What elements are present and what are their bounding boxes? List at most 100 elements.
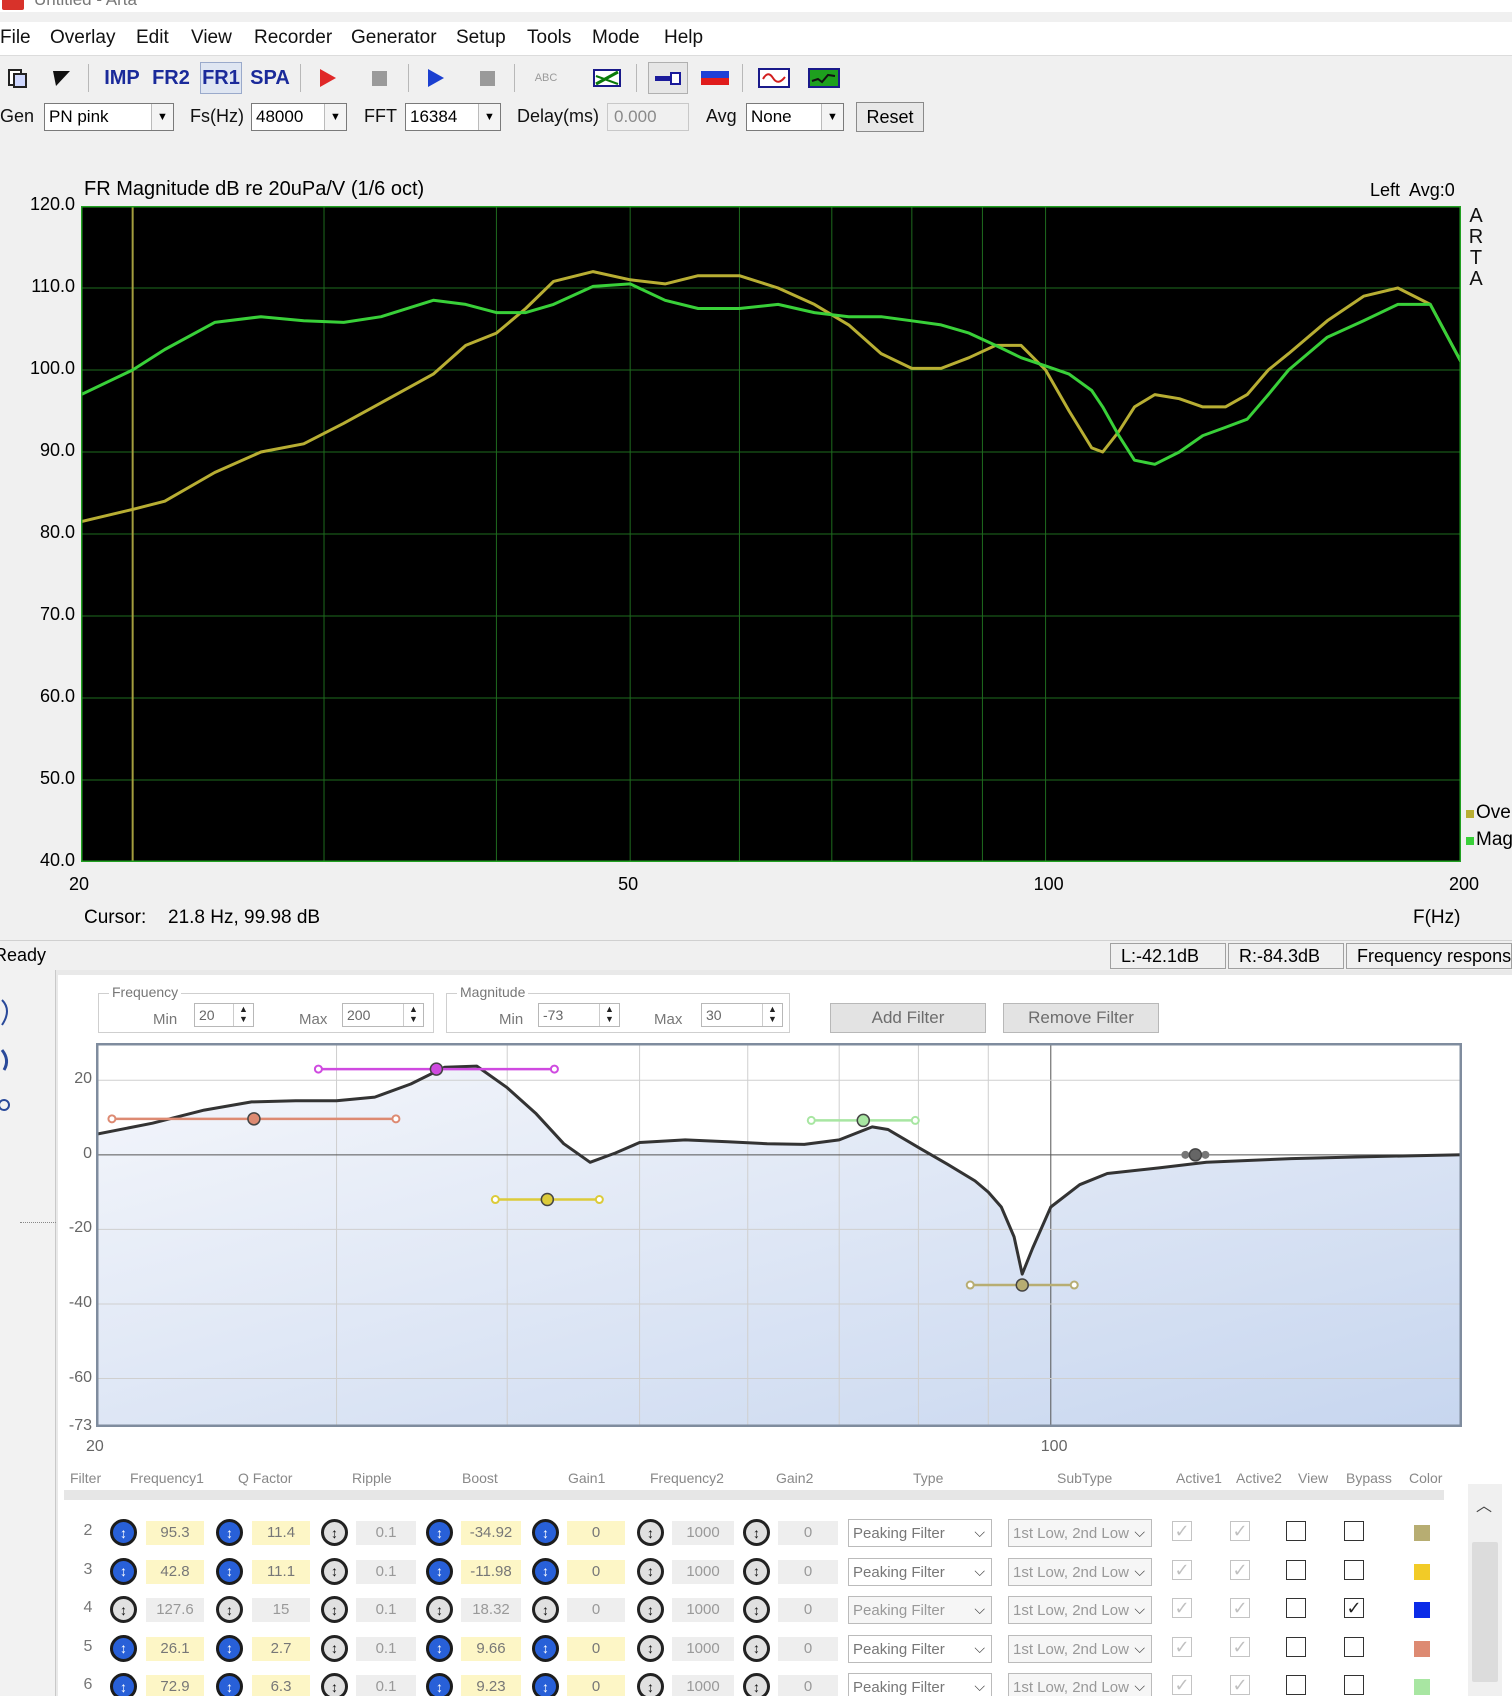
menu-setup[interactable]: Setup — [456, 27, 506, 49]
filter-value-field[interactable]: 6.3 — [252, 1675, 310, 1696]
spinner-arrows-icon[interactable]: ▲ ▼ — [599, 1004, 619, 1026]
table-row[interactable]: 4 ↕ 127.6 ↕ 15 ↕ 0.1 ↕ 18.32 ↕ 0 ↕ 1000 ↕ 0 Peaking Fil… — [64, 1590, 1442, 1628]
generator-play-icon[interactable] — [420, 62, 450, 94]
filter-value-field[interactable]: 0 — [778, 1559, 838, 1584]
active2-checkbox[interactable]: ✓ — [1230, 1521, 1250, 1541]
filter-value-field[interactable]: 0 — [778, 1521, 838, 1545]
table-row[interactable]: 3 ↕ 42.8 ↕ 11.1 ↕ 0.1 ↕ -11.98 ↕ 0 ↕ 1000 ↕ 0 Peaking F… — [64, 1552, 1442, 1590]
knob-control-icon[interactable]: ↕ — [743, 1673, 770, 1696]
handle-bandwidth-left[interactable] — [1181, 1150, 1190, 1159]
knob-control-icon[interactable]: ↕ — [743, 1634, 770, 1662]
knob-control-icon[interactable]: ↕ — [637, 1634, 664, 1662]
column-header[interactable]: Active1 — [1176, 1470, 1222, 1486]
knob-control-icon[interactable]: ↕ — [426, 1519, 453, 1546]
filter-value-field[interactable]: 18.32 — [461, 1598, 521, 1622]
view-checkbox[interactable] — [1286, 1559, 1306, 1580]
filter-type-select[interactable]: Peaking Filter ⌵ — [848, 1634, 992, 1663]
filter-value-field[interactable]: 1000 — [672, 1598, 734, 1622]
filter-value-field[interactable]: 1000 — [672, 1559, 734, 1584]
filter-value-field[interactable]: 127.6 — [146, 1598, 204, 1622]
filter-value-field[interactable]: 9.23 — [461, 1675, 521, 1696]
menu-edit[interactable]: Edit — [136, 27, 169, 49]
active2-checkbox[interactable]: ✓ — [1230, 1675, 1250, 1695]
chevron-down-icon[interactable]: ⌵ — [974, 1563, 985, 1580]
knob-control-icon[interactable]: ↕ — [426, 1557, 453, 1585]
active2-checkbox[interactable]: ✓ — [1230, 1559, 1250, 1580]
knob-control-icon[interactable]: ↕ — [743, 1596, 770, 1623]
filter-subtype-select[interactable]: 1st Low, 2nd Low ⌵ — [1008, 1519, 1152, 1547]
view-checkbox[interactable] — [1286, 1675, 1306, 1695]
column-header[interactable]: Frequency1 — [130, 1470, 204, 1486]
knob-control-icon[interactable]: ↕ — [321, 1673, 348, 1696]
chevron-down-icon[interactable]: ⌵ — [1134, 1524, 1145, 1541]
spinner-arrows-icon[interactable]: ▲ ▼ — [403, 1004, 423, 1026]
column-header[interactable]: Gain1 — [568, 1470, 605, 1486]
fs-select[interactable]: 48000 ▼ — [251, 103, 347, 131]
knob-control-icon[interactable]: ↕ — [110, 1673, 137, 1696]
menu-mode[interactable]: Mode — [592, 27, 640, 49]
freq-min-stepper[interactable]: 20 ▲ ▼ — [194, 1003, 254, 1027]
fr-plot-area[interactable] — [81, 206, 1461, 862]
knob-control-icon[interactable]: ↕ — [426, 1634, 453, 1662]
column-header[interactable]: Ripple — [352, 1470, 392, 1486]
filter-subtype-select[interactable]: 1st Low, 2nd Low ⌵ — [1008, 1673, 1152, 1696]
column-header[interactable]: View — [1298, 1470, 1328, 1486]
column-header[interactable]: Filter — [70, 1470, 101, 1486]
knob-control-icon[interactable]: ↕ — [110, 1634, 137, 1662]
filter-type-select[interactable]: Peaking Filter ⌵ — [848, 1557, 992, 1586]
scroll-up-icon[interactable]: ︿ — [1476, 1492, 1492, 1516]
filter-value-field[interactable]: 95.3 — [146, 1521, 204, 1545]
filter-value-field[interactable]: 0.1 — [356, 1521, 416, 1545]
record-stop-icon[interactable] — [364, 62, 394, 94]
signal-scope-icon[interactable] — [756, 62, 792, 94]
bypass-checkbox[interactable] — [1344, 1636, 1364, 1657]
filter-subtype-select[interactable]: 1st Low, 2nd Low ⌵ — [1008, 1596, 1152, 1624]
filter-value-field[interactable]: 0 — [567, 1598, 625, 1622]
new-document-icon[interactable] — [2, 62, 32, 94]
chevron-down-icon[interactable]: ⌵ — [974, 1678, 985, 1695]
handle-bandwidth-left[interactable] — [965, 1280, 975, 1290]
filter-color-swatch[interactable] — [1414, 1640, 1430, 1657]
imp-button[interactable]: IMP — [100, 62, 144, 94]
filter-value-field[interactable]: 0 — [778, 1675, 838, 1696]
handle-bandwidth-right[interactable] — [549, 1064, 559, 1074]
filter-value-field[interactable]: 1000 — [672, 1521, 734, 1545]
menu-generator[interactable]: Generator — [351, 27, 437, 49]
spectrum-scope-icon[interactable] — [806, 62, 842, 94]
filter-color-swatch[interactable] — [1414, 1525, 1430, 1541]
filter-value-field[interactable]: 26.1 — [146, 1636, 204, 1661]
filter-value-field[interactable]: 0 — [778, 1636, 838, 1661]
view-checkbox[interactable] — [1286, 1598, 1306, 1618]
filter-value-field[interactable]: 42.8 — [146, 1559, 204, 1584]
filter-value-field[interactable]: -34.92 — [461, 1521, 521, 1545]
spinner-arrows-icon[interactable]: ▲ ▼ — [233, 1004, 253, 1026]
column-header[interactable]: SubType — [1057, 1470, 1112, 1486]
grid-icon[interactable] — [590, 62, 624, 94]
active2-checkbox[interactable]: ✓ — [1230, 1636, 1250, 1657]
filter-color-swatch[interactable] — [1414, 1602, 1430, 1618]
knob-control-icon[interactable]: ↕ — [216, 1673, 243, 1696]
knob-control-icon[interactable]: ↕ — [110, 1596, 137, 1623]
column-header[interactable]: Bypass — [1346, 1470, 1392, 1486]
knob-control-icon[interactable]: ↕ — [637, 1519, 664, 1546]
filter-value-field[interactable]: 0 — [567, 1521, 625, 1545]
spinner-arrows-icon[interactable]: ▲ ▼ — [762, 1004, 782, 1026]
knob-control-icon[interactable]: ↕ — [532, 1557, 559, 1585]
eq-response-graph[interactable] — [96, 1043, 1462, 1427]
filter-value-field[interactable]: 0 — [778, 1598, 838, 1622]
filter-type-select[interactable]: Peaking Filter ⌵ — [848, 1673, 992, 1696]
knob-control-icon[interactable]: ↕ — [110, 1557, 137, 1585]
bypass-checkbox[interactable] — [1344, 1559, 1364, 1580]
handle-bandwidth-right[interactable] — [594, 1195, 604, 1205]
knob-control-icon[interactable]: ↕ — [216, 1596, 243, 1623]
handle-bandwidth-left[interactable] — [490, 1195, 500, 1205]
handle-bandwidth-right[interactable] — [391, 1114, 401, 1124]
filter-color-swatch[interactable] — [1414, 1679, 1430, 1695]
filter-value-field[interactable]: 0 — [567, 1559, 625, 1584]
filter-type-select[interactable]: Peaking Filter ⌵ — [848, 1596, 992, 1624]
avg-select[interactable]: None ▼ — [746, 103, 844, 131]
knob-control-icon[interactable]: ↕ — [743, 1557, 770, 1585]
chevron-down-icon[interactable]: ⌵ — [1134, 1640, 1145, 1657]
mag-max-stepper[interactable]: 30 ▲ ▼ — [701, 1003, 783, 1027]
handle-bandwidth-right[interactable] — [910, 1115, 920, 1125]
